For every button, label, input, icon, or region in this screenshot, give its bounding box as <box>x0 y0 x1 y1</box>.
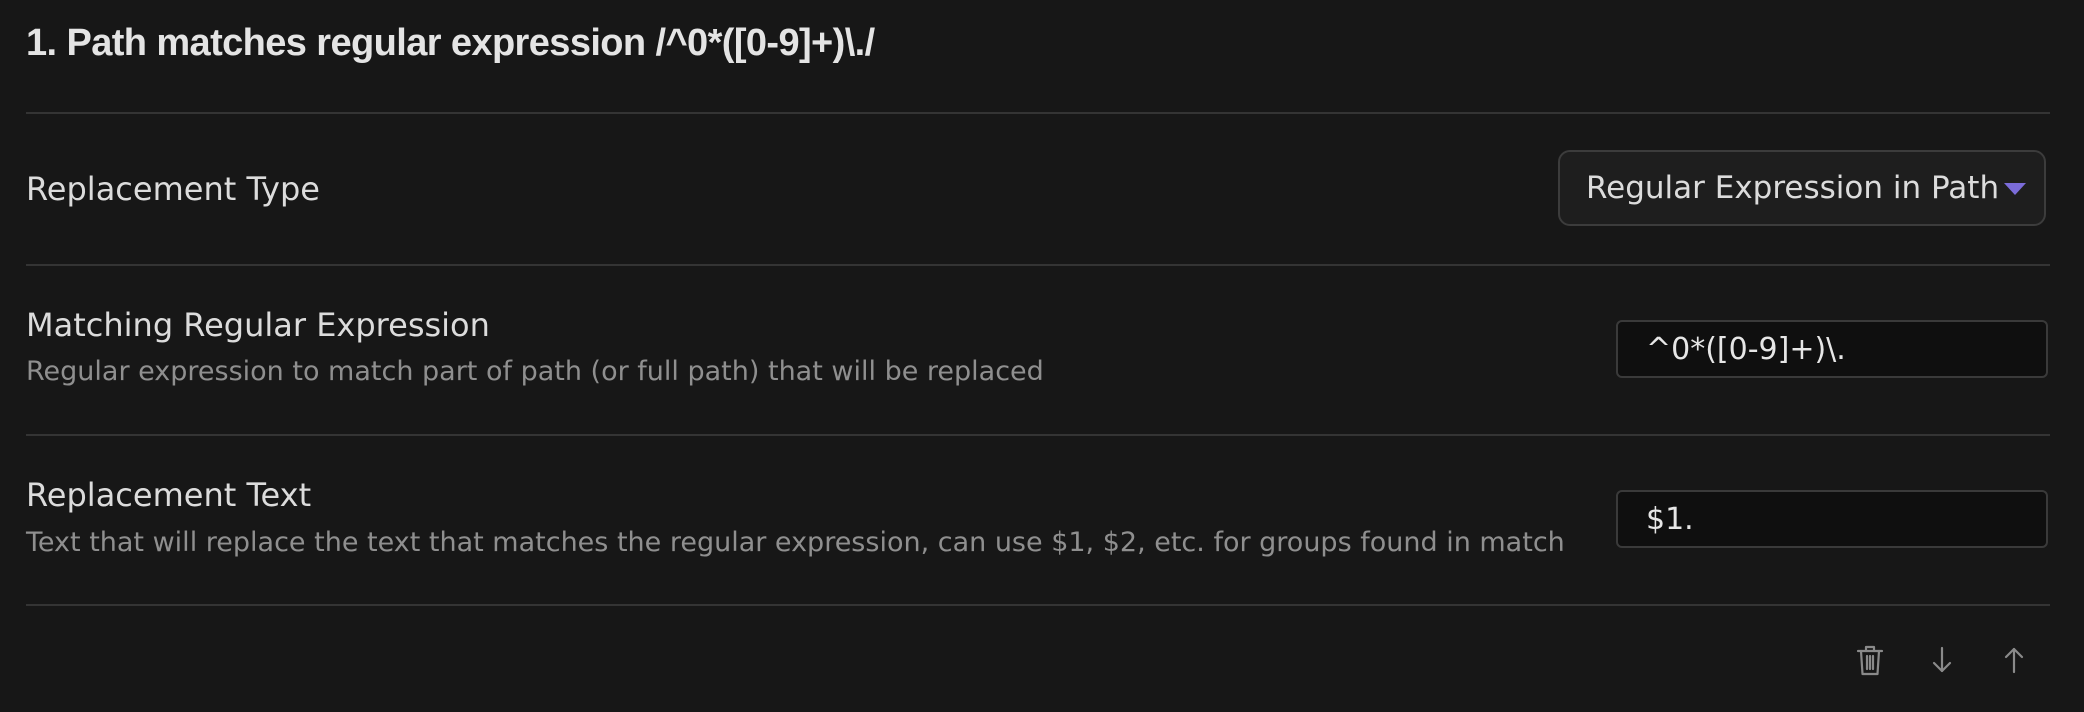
divider <box>26 604 2050 606</box>
matching-regex-description: Regular expression to match part of path… <box>26 356 1044 387</box>
replacement-type-dropdown[interactable]: Regular Expression in Path <box>1558 150 2046 226</box>
arrow-down-icon <box>1931 646 1953 674</box>
matching-regex-label: Matching Regular Expression <box>26 306 490 344</box>
divider <box>26 434 2050 436</box>
divider <box>26 264 2050 266</box>
replacement-type-label: Replacement Type <box>26 170 320 208</box>
divider <box>26 112 2050 114</box>
replacement-text-label: Replacement Text <box>26 476 312 514</box>
move-up-button[interactable] <box>1992 638 2036 682</box>
matching-regex-input[interactable] <box>1616 320 2048 378</box>
trash-icon <box>1856 644 1884 676</box>
replacement-type-selected-value: Regular Expression in Path <box>1586 170 2000 206</box>
move-down-button[interactable] <box>1920 638 1964 682</box>
chevron-down-icon <box>2004 183 2026 195</box>
rule-heading: 1. Path matches regular expression /^0*(… <box>26 22 875 64</box>
replacement-text-input[interactable] <box>1616 490 2048 548</box>
replacement-text-description: Text that will replace the text that mat… <box>26 527 1565 558</box>
delete-rule-button[interactable] <box>1848 638 1892 682</box>
arrow-up-icon <box>2003 646 2025 674</box>
